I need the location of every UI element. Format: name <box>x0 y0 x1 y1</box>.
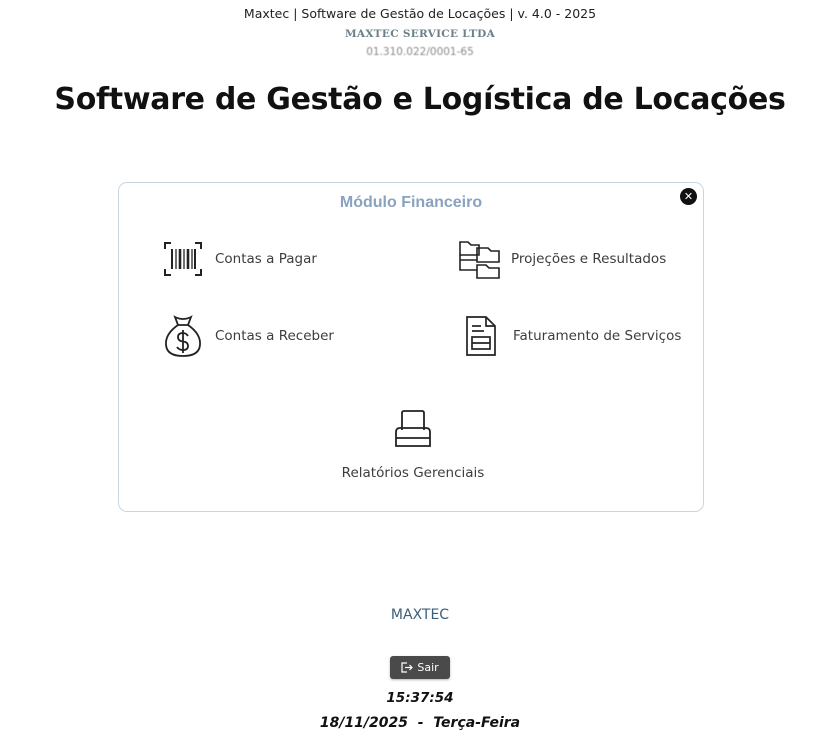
company-cnpj: 01.310.022/0001-65 <box>366 46 474 58</box>
menu-item-faturamento-de-servicos[interactable]: Faturamento de Serviços <box>459 314 681 358</box>
menu-item-contas-a-receber[interactable]: Contas a Receber <box>161 314 334 358</box>
close-icon[interactable]: ✕ <box>680 188 697 205</box>
exit-button[interactable]: Sair <box>390 656 450 679</box>
menu-item-label: Relatórios Gerenciais <box>341 465 485 481</box>
menu-item-label: Contas a Receber <box>215 328 334 344</box>
current-time: 15:37:54 <box>386 690 454 706</box>
brand-name: MAXTEC <box>390 607 450 623</box>
printer-icon <box>391 407 435 451</box>
invoice-icon <box>459 314 503 358</box>
menu-item-relatorios-gerenciais[interactable]: Relatórios Gerenciais <box>333 407 493 481</box>
financial-module-panel: Módulo Financeiro ✕ Contas a Pagar Proje… <box>118 182 704 512</box>
page-title: Software de Gestão e Logística de Locaçõ… <box>54 82 786 117</box>
app-version-line: Maxtec | Software de Gestão de Locações … <box>243 6 597 21</box>
menu-item-contas-a-pagar[interactable]: Contas a Pagar <box>161 237 317 281</box>
logout-icon <box>401 662 414 673</box>
barcode-icon <box>161 237 205 281</box>
module-title: Módulo Financeiro <box>339 194 483 211</box>
menu-item-projecoes-e-resultados[interactable]: Projeções e Resultados <box>457 237 666 281</box>
menu-item-label: Contas a Pagar <box>215 251 317 267</box>
menu-item-label: Projeções e Resultados <box>511 251 667 267</box>
current-date: 18/11/2025 - Terça-Feira <box>319 715 521 731</box>
menu-item-label: Faturamento de Serviços <box>513 328 682 344</box>
money-bag-icon <box>161 314 205 358</box>
exit-button-label: Sair <box>417 661 439 674</box>
company-name: MAXTEC SERVICE LTDA <box>344 28 496 40</box>
folder-tree-icon <box>457 237 501 281</box>
